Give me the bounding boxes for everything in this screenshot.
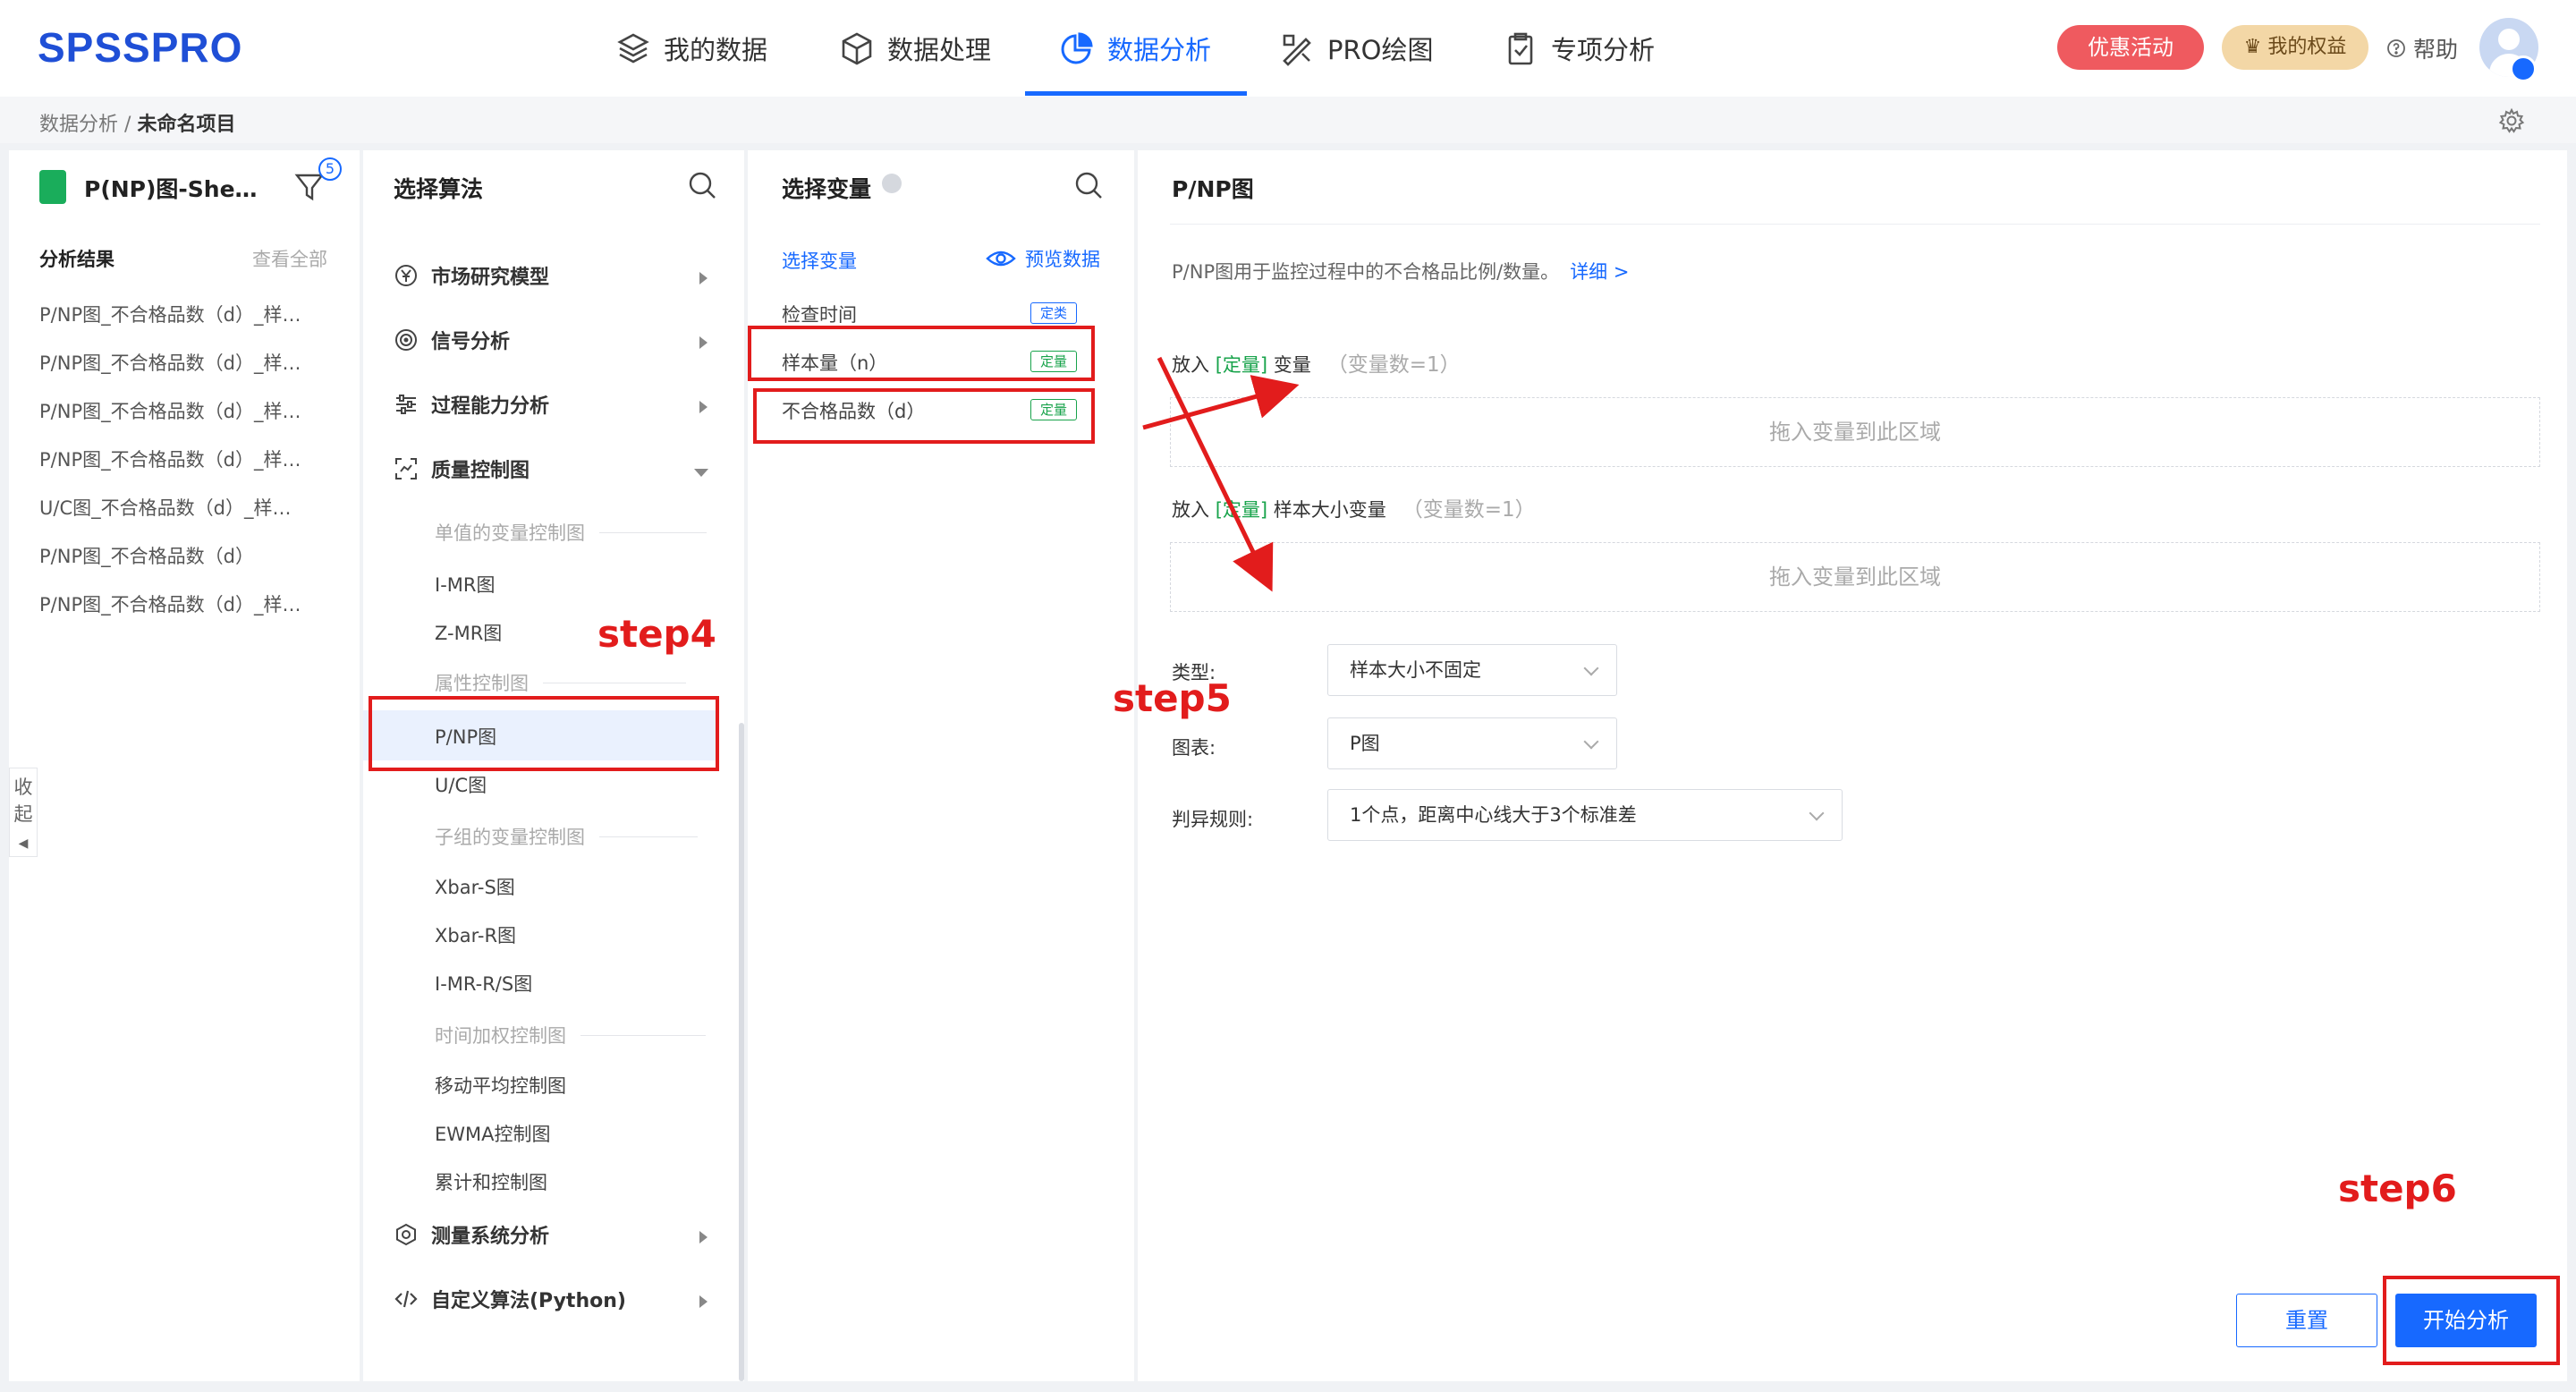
arrow-to-variable-slot xyxy=(1142,375,1300,430)
arrow-to-sample-size-slot xyxy=(1157,356,1274,592)
annotation-arrows xyxy=(1142,356,1300,592)
